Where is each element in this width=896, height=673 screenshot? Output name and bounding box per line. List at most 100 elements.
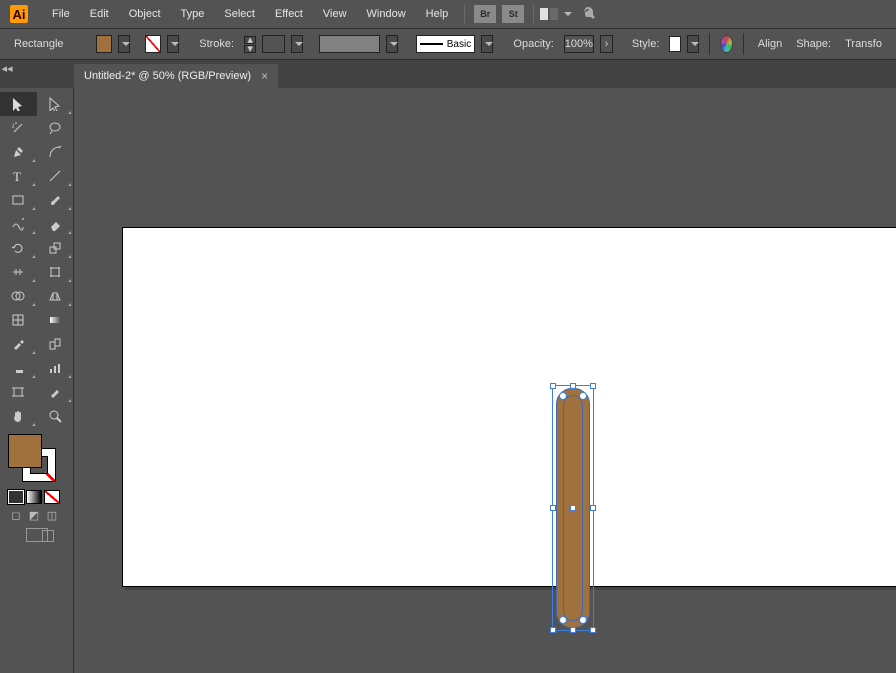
selection-tool[interactable]	[0, 92, 37, 116]
resize-handle[interactable]	[570, 383, 576, 389]
menu-edit[interactable]: Edit	[80, 0, 119, 28]
stroke-label: Stroke:	[195, 38, 238, 50]
draw-inside-icon[interactable]: ◫	[44, 508, 60, 522]
center-handle[interactable]	[570, 505, 576, 511]
perspective-grid-tool[interactable]	[37, 284, 74, 308]
free-transform-tool[interactable]	[37, 260, 74, 284]
main-workspace: T	[0, 88, 896, 673]
stroke-weight-dropdown[interactable]	[291, 35, 303, 53]
resize-handle[interactable]	[550, 383, 556, 389]
arrange-documents-button[interactable]	[540, 8, 572, 20]
graphic-style-swatch[interactable]	[669, 36, 681, 52]
menu-help[interactable]: Help	[416, 0, 459, 28]
menu-object[interactable]: Object	[119, 0, 171, 28]
direct-selection-tool[interactable]	[37, 92, 74, 116]
menu-bar: Ai File Edit Object Type Select Effect V…	[0, 0, 896, 28]
transform-label[interactable]: Transfo	[841, 38, 886, 50]
resize-handle[interactable]	[590, 505, 596, 511]
draw-normal-icon[interactable]: ◻	[8, 508, 24, 522]
stroke-weight-steppers[interactable]: ▴▾	[244, 36, 256, 53]
resize-handle[interactable]	[590, 383, 596, 389]
resize-handle[interactable]	[570, 627, 576, 633]
corner-radius-widget[interactable]	[579, 392, 587, 400]
app-logo: Ai	[10, 5, 28, 23]
shape-builder-tool[interactable]	[0, 284, 37, 308]
magic-wand-tool[interactable]	[0, 116, 37, 140]
stroke-dropdown[interactable]	[167, 35, 179, 53]
fill-indicator[interactable]	[8, 434, 42, 468]
rotate-tool[interactable]	[0, 236, 37, 260]
svg-text:T: T	[13, 169, 21, 183]
width-tool[interactable]	[0, 260, 37, 284]
gradient-tool[interactable]	[37, 308, 74, 332]
rectangle-tool[interactable]	[0, 188, 37, 212]
symbol-sprayer-tool[interactable]	[0, 356, 37, 380]
document-tab[interactable]: Untitled-2* @ 50% (RGB/Preview) ×	[74, 64, 278, 88]
menu-effect[interactable]: Effect	[265, 0, 313, 28]
lasso-tool[interactable]	[37, 116, 74, 140]
slice-tool[interactable]	[37, 380, 74, 404]
variable-width-profile[interactable]	[319, 35, 380, 53]
recolor-artwork-icon[interactable]	[720, 35, 733, 53]
zoom-tool[interactable]	[37, 404, 74, 428]
stock-button[interactable]: St	[502, 5, 524, 23]
close-tab-icon[interactable]: ×	[261, 69, 268, 83]
document-tab-bar: Untitled-2* @ 50% (RGB/Preview) ×	[0, 60, 896, 88]
fill-dropdown[interactable]	[118, 35, 130, 53]
style-dropdown[interactable]	[687, 35, 699, 53]
brush-definition[interactable]: Basic	[416, 35, 476, 53]
curvature-tool[interactable]	[37, 140, 74, 164]
profile-dropdown[interactable]	[386, 35, 398, 53]
bridge-button[interactable]: Br	[474, 5, 496, 23]
separator	[533, 5, 534, 23]
toolbox: T	[0, 88, 74, 673]
eyedropper-tool[interactable]	[0, 332, 37, 356]
resize-handle[interactable]	[590, 627, 596, 633]
corner-radius-widget[interactable]	[579, 616, 587, 624]
stroke-swatch[interactable]	[145, 35, 161, 53]
align-label[interactable]: Align	[754, 38, 786, 50]
fill-swatch[interactable]	[96, 35, 112, 53]
selection-bounding-box	[552, 385, 594, 631]
canvas-area[interactable]	[74, 88, 896, 673]
paintbrush-tool[interactable]	[37, 188, 74, 212]
type-tool[interactable]: T	[0, 164, 37, 188]
stroke-weight-field[interactable]	[262, 35, 285, 53]
selection-type-label: Rectangle	[10, 38, 68, 50]
eraser-tool[interactable]	[37, 212, 74, 236]
opacity-label: Opacity:	[509, 38, 557, 50]
column-graph-tool[interactable]	[37, 356, 74, 380]
brush-dropdown[interactable]	[481, 35, 493, 53]
resize-handle[interactable]	[550, 505, 556, 511]
menu-type[interactable]: Type	[171, 0, 215, 28]
shaper-tool[interactable]	[0, 212, 37, 236]
resize-handle[interactable]	[550, 627, 556, 633]
search-icon[interactable]	[582, 5, 600, 23]
scale-tool[interactable]	[37, 236, 74, 260]
blend-tool[interactable]	[37, 332, 74, 356]
panel-collapse-icon[interactable]: ◂◂	[0, 62, 14, 74]
draw-behind-icon[interactable]: ◩	[26, 508, 42, 522]
separator	[743, 33, 744, 55]
artboard-tool[interactable]	[0, 380, 37, 404]
menu-window[interactable]: Window	[357, 0, 416, 28]
control-bar: Rectangle Stroke: ▴▾ Basic Opacity: 100%…	[0, 28, 896, 60]
mesh-tool[interactable]	[0, 308, 37, 332]
line-segment-tool[interactable]	[37, 164, 74, 188]
screen-mode-icon[interactable]	[26, 528, 48, 542]
menu-file[interactable]: File	[42, 0, 80, 28]
shape-label[interactable]: Shape:	[792, 38, 835, 50]
document-tab-title: Untitled-2* @ 50% (RGB/Preview)	[84, 70, 251, 82]
opacity-field[interactable]: 100%	[564, 35, 594, 53]
color-mode-gradient[interactable]	[26, 490, 42, 504]
hand-tool[interactable]	[0, 404, 37, 428]
color-mode-none[interactable]	[44, 490, 60, 504]
menu-select[interactable]: Select	[214, 0, 265, 28]
color-mode-solid[interactable]	[8, 490, 24, 504]
pen-tool[interactable]	[0, 140, 37, 164]
menu-view[interactable]: View	[313, 0, 357, 28]
corner-radius-widget[interactable]	[559, 392, 567, 400]
fill-stroke-indicator[interactable]	[0, 428, 73, 488]
opacity-flyout[interactable]: ›	[600, 35, 613, 53]
corner-radius-widget[interactable]	[559, 616, 567, 624]
